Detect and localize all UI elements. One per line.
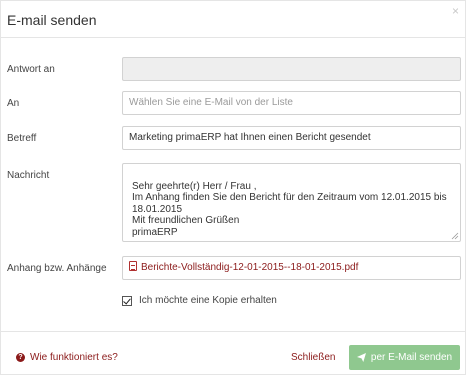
to-label: An <box>7 98 20 109</box>
subject-field[interactable]: Marketing primaERP hat Ihnen einen Beric… <box>122 126 461 150</box>
attachments-label: Anhang bzw. Anhänge <box>7 263 107 274</box>
send-email-button[interactable]: per E-Mail senden <box>349 345 460 370</box>
help-link-label[interactable]: Wie funktioniert es? <box>30 352 118 363</box>
copy-checkbox-row[interactable]: Ich möchte eine Kopie erhalten <box>122 295 277 306</box>
dialog-title: E-mail senden <box>7 12 97 28</box>
attachment-link[interactable]: Berichte-Vollständig-12-01-2015--18-01-2… <box>141 262 358 273</box>
resize-handle-icon[interactable] <box>451 232 459 240</box>
close-icon[interactable]: × <box>452 4 459 18</box>
copy-checkbox[interactable] <box>122 295 132 306</box>
pdf-file-icon <box>129 261 137 271</box>
email-dialog: E-mail senden × Antwort an An Wählen Sie… <box>0 0 466 375</box>
message-label: Nachricht <box>7 170 50 181</box>
subject-label: Betreff <box>7 133 37 144</box>
message-field[interactable]: Sehr geehrte(r) Herr / Frau , Im Anhang … <box>122 163 461 242</box>
footer-divider <box>1 331 465 332</box>
send-button-label[interactable]: per E-Mail senden <box>371 352 452 363</box>
dialog-header: E-mail senden × <box>1 1 465 38</box>
paper-plane-icon <box>356 353 366 362</box>
attachments-field: Berichte-Vollständig-12-01-2015--18-01-2… <box>122 256 461 280</box>
to-field[interactable]: Wählen Sie eine E-Mail von der Liste <box>122 91 461 115</box>
help-link[interactable]: ? Wie funktioniert es? <box>16 352 118 363</box>
reply-to-label: Antwort an <box>7 64 55 75</box>
message-text: Sehr geehrte(r) Herr / Frau , Im Anhang … <box>132 180 447 238</box>
question-circle-icon: ? <box>16 353 25 362</box>
close-link[interactable]: Schließen <box>291 352 335 363</box>
reply-to-field <box>122 57 461 81</box>
copy-checkbox-label[interactable]: Ich möchte eine Kopie erhalten <box>139 295 277 306</box>
